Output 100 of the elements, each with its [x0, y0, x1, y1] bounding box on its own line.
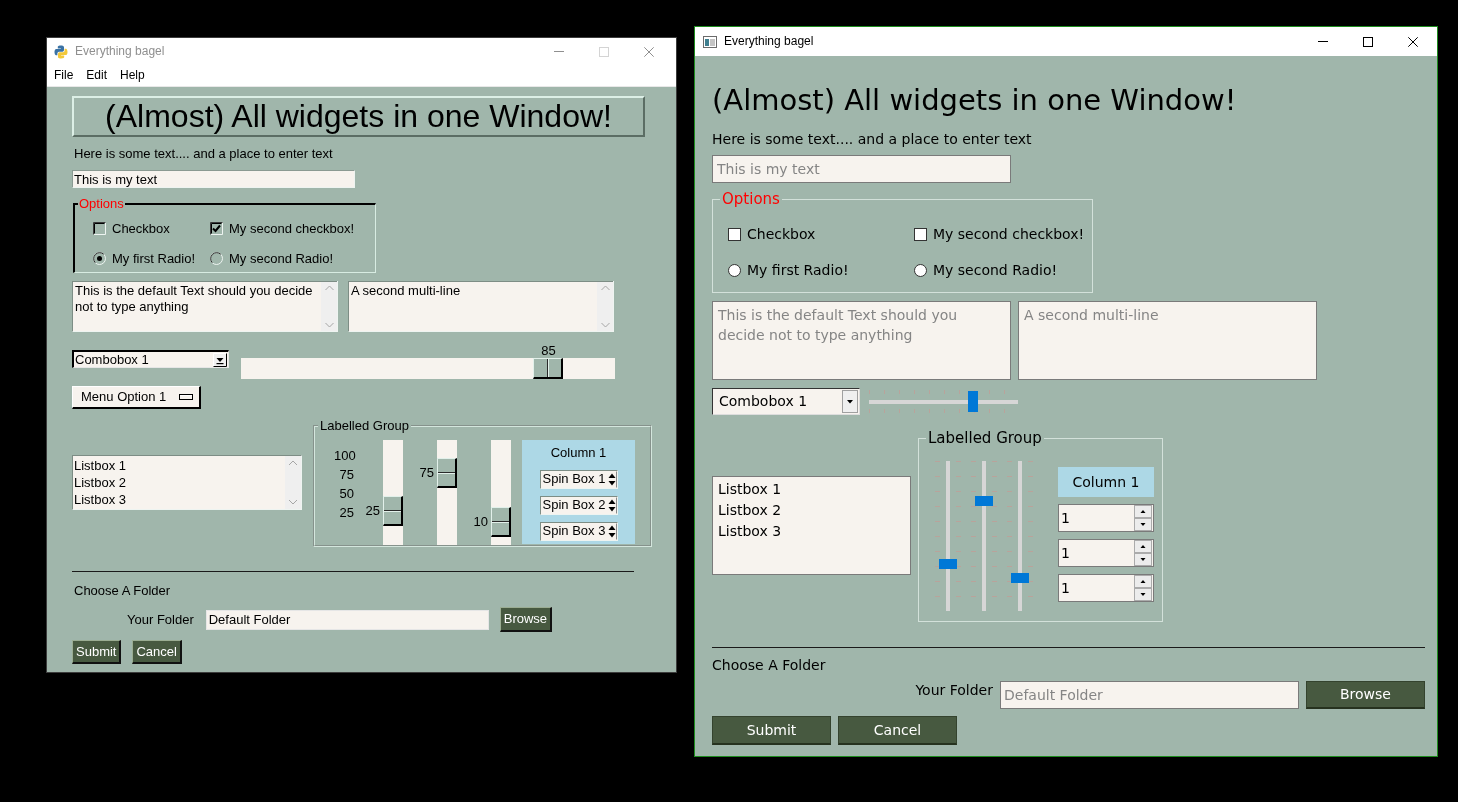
listbox-item[interactable]: Listbox 1 — [74, 457, 284, 474]
radio-label: My second Radio! — [933, 261, 1058, 279]
spinbox[interactable]: Spin Box 3 — [539, 521, 618, 541]
field-label: Your Folder — [127, 611, 194, 628]
dialog-button[interactable]: Submit — [712, 716, 831, 745]
dialog-button[interactable]: Submit — [72, 640, 122, 664]
spin-arrows-icon[interactable] — [1134, 505, 1152, 531]
slider-thumb[interactable] — [383, 495, 403, 526]
slider-value: 25 — [365, 503, 380, 518]
dialog-button[interactable]: Cancel — [838, 716, 957, 745]
menu-item[interactable]: Edit — [86, 68, 108, 83]
spinbox[interactable]: 1 — [1058, 539, 1154, 567]
spinbox[interactable]: Spin Box 1 — [539, 469, 618, 489]
dialog-button[interactable]: Cancel — [132, 640, 182, 664]
text-field[interactable]: This is my text — [72, 170, 355, 188]
text-area[interactable]: A second multi-line — [348, 281, 597, 332]
close-icon[interactable] — [1408, 36, 1418, 47]
scrollbar[interactable] — [285, 456, 301, 509]
section-title: Choose A Folder — [712, 656, 826, 674]
combobox[interactable]: Combobox 1 — [72, 350, 229, 368]
spinbox[interactable]: 1 — [1058, 504, 1154, 532]
listbox[interactable]: Listbox 1 Listbox 2 Listbox 3 — [72, 455, 302, 510]
slider-track[interactable] — [241, 358, 615, 379]
scale-label: 75 — [338, 465, 354, 484]
listbox-item[interactable]: Listbox 1 — [718, 479, 905, 500]
slider-thumb[interactable] — [1011, 573, 1029, 583]
scrollbar[interactable] — [321, 281, 338, 332]
checkbox-label: My second checkbox! — [229, 220, 354, 237]
spin-arrows-icon[interactable] — [1134, 575, 1152, 601]
checkbox[interactable] — [210, 222, 223, 236]
scale-label: 50 — [338, 484, 354, 503]
radio-label: My first Radio! — [112, 250, 196, 267]
slider-value: 85 — [541, 343, 556, 358]
spin-arrows-icon[interactable] — [607, 522, 617, 540]
radio-button[interactable] — [914, 263, 927, 277]
window-title: Everything bagel — [75, 44, 165, 59]
checkbox[interactable] — [728, 227, 741, 241]
window-icon — [703, 35, 717, 48]
menu-indicator-icon — [179, 394, 193, 400]
maximize-icon[interactable] — [1363, 36, 1373, 47]
slider-thumb[interactable] — [939, 559, 957, 569]
browse-button[interactable]: Browse — [1306, 681, 1425, 709]
checkbox-label: Checkbox — [747, 225, 816, 243]
slider-value: 10 — [473, 515, 488, 530]
options-label: Options — [78, 196, 125, 212]
radio-label: My first Radio! — [747, 261, 849, 279]
listbox[interactable]: Listbox 1 Listbox 2 Listbox 3 — [712, 476, 911, 575]
intro-text: Here is some text.... and a place to enter text — [74, 146, 333, 161]
section-title: Choose A Folder — [74, 583, 171, 598]
column-header: Column 1 — [1058, 467, 1154, 497]
slider-thumb[interactable] — [967, 391, 978, 412]
text-field[interactable]: This is my text — [712, 155, 1011, 183]
checkbox[interactable] — [93, 222, 106, 236]
checkbox-label: Checkbox — [112, 220, 170, 237]
text-area[interactable]: This is the default Text should you decide not to type anything — [712, 301, 1011, 380]
folder-field[interactable]: Default Folder — [205, 609, 489, 630]
option-menu[interactable]: Menu Option 1 — [72, 386, 201, 409]
column-title: Column 1 — [550, 445, 607, 460]
options-label: Options — [721, 190, 781, 208]
heading: (Almost) All widgets in one Window! — [72, 96, 645, 137]
slider-thumb[interactable] — [437, 458, 457, 489]
browse-button[interactable]: Browse — [499, 607, 553, 632]
slider-thumb[interactable] — [533, 358, 564, 379]
slider-track[interactable] — [383, 439, 403, 545]
group-label: Labelled Group — [927, 429, 1043, 447]
spinbox[interactable]: 1 — [1058, 574, 1154, 602]
caret-icon[interactable] — [842, 390, 858, 413]
listbox-item[interactable]: Listbox 3 — [74, 491, 284, 508]
text-area[interactable]: A second multi-line — [1018, 301, 1317, 380]
app-icon — [54, 44, 68, 59]
slider-track[interactable] — [437, 439, 457, 545]
listbox-item[interactable]: Listbox 2 — [74, 474, 284, 491]
scrollbar[interactable] — [597, 281, 614, 332]
combobox[interactable]: Combobox 1 — [712, 388, 860, 415]
slider-value: 75 — [419, 466, 434, 481]
radio-label: My second Radio! — [229, 250, 334, 267]
scale-label: 25 — [338, 503, 354, 522]
radio-button[interactable] — [728, 263, 741, 277]
menu-item[interactable]: Help — [120, 68, 145, 83]
intro-text: Here is some text.... and a place to enter text — [712, 130, 1032, 148]
folder-field[interactable]: Default Folder — [1000, 681, 1299, 709]
spin-arrows-icon[interactable] — [607, 496, 617, 514]
window-title: Everything bagel — [724, 34, 814, 49]
text-area[interactable]: This is the default Text should you decide not to type anything — [72, 281, 321, 332]
checkbox[interactable] — [914, 227, 927, 241]
caret-icon[interactable] — [213, 352, 227, 367]
listbox-item[interactable]: Listbox 3 — [718, 521, 905, 542]
spin-arrows-icon[interactable] — [1134, 540, 1152, 566]
checkbox-label: My second checkbox! — [933, 225, 1085, 243]
spinbox[interactable]: Spin Box 2 — [539, 495, 618, 515]
menu-item[interactable]: File — [54, 68, 74, 83]
heading: (Almost) All widgets in one Window! — [712, 82, 1237, 119]
slider-thumb[interactable] — [975, 496, 993, 506]
listbox-item[interactable]: Listbox 2 — [718, 500, 905, 521]
slider-thumb[interactable] — [491, 507, 511, 538]
scale-label: 100 — [334, 446, 354, 465]
spin-arrows-icon[interactable] — [607, 470, 617, 488]
field-label: Your Folder — [915, 681, 993, 699]
group-label: Labelled Group — [319, 418, 410, 434]
slider-track[interactable] — [491, 439, 511, 545]
